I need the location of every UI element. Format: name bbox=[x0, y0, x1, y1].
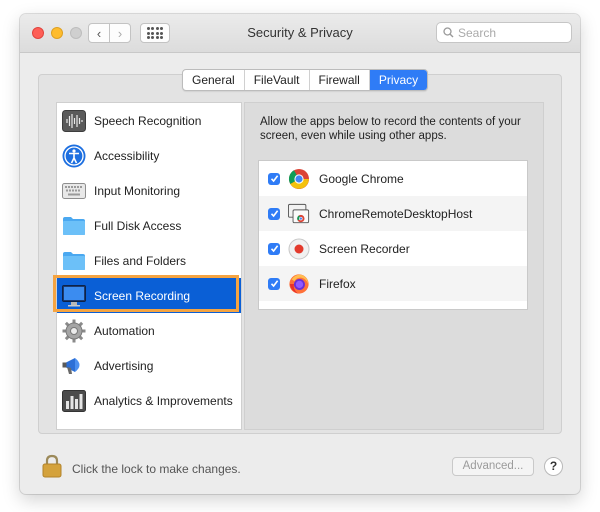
search-field[interactable]: Search bbox=[436, 22, 572, 43]
search-icon bbox=[443, 27, 454, 38]
help-button[interactable]: ? bbox=[544, 457, 563, 476]
app-name: ChromeRemoteDesktopHost bbox=[319, 206, 473, 221]
title-bar: ‹ › Security & Privacy Search bbox=[20, 14, 580, 53]
app-checkbox[interactable] bbox=[268, 207, 280, 220]
app-checkbox[interactable] bbox=[268, 172, 280, 185]
folder-icon bbox=[62, 214, 86, 238]
sidebar-item-label: Input Monitoring bbox=[94, 183, 181, 198]
sidebar-item-advertising[interactable]: Advertising bbox=[57, 348, 241, 383]
sidebar-item-label: Advertising bbox=[94, 358, 154, 373]
sidebar-item-files-and-folders[interactable]: Files and Folders bbox=[57, 243, 241, 278]
keyboard-icon bbox=[62, 179, 86, 203]
sidebar-item-screen-recording[interactable]: Screen Recording bbox=[57, 278, 241, 313]
pane-description: Allow the apps below to record the conte… bbox=[260, 116, 521, 142]
sidebar-item-label: Speech Recognition bbox=[94, 113, 202, 128]
remote-desktop-icon bbox=[288, 203, 310, 225]
sidebar-item-input-monitoring[interactable]: Input Monitoring bbox=[57, 173, 241, 208]
app-name: Screen Recorder bbox=[319, 241, 410, 256]
sidebar-item-label: Analytics & Improvements bbox=[94, 393, 233, 408]
checkmark-icon bbox=[270, 245, 278, 253]
sidebar-item-label: Files and Folders bbox=[94, 253, 187, 268]
tab-bar: General FileVault Firewall Privacy bbox=[182, 69, 429, 91]
lock-hint-text: Click the lock to make changes. bbox=[72, 462, 241, 476]
sidebar-item-automation[interactable]: Automation bbox=[57, 313, 241, 348]
app-name: Firefox bbox=[319, 276, 356, 291]
app-checkbox[interactable] bbox=[268, 277, 280, 290]
firefox-icon bbox=[288, 273, 310, 295]
sidebar-item-label: Screen Recording bbox=[94, 288, 191, 303]
checkmark-icon bbox=[270, 175, 278, 183]
app-name: Google Chrome bbox=[319, 171, 404, 186]
accessibility-icon bbox=[62, 144, 86, 168]
sidebar-item-label: Accessibility bbox=[94, 148, 160, 163]
app-list: Google Chrome ChromeRemoteDesktopHost Sc… bbox=[258, 160, 528, 310]
record-icon bbox=[288, 238, 310, 260]
sidebar-item-label: Full Disk Access bbox=[94, 218, 182, 233]
folder-icon bbox=[62, 249, 86, 273]
megaphone-icon bbox=[62, 354, 86, 378]
app-row-google-chrome: Google Chrome bbox=[259, 161, 527, 196]
gear-icon bbox=[62, 319, 86, 343]
lock-icon[interactable] bbox=[42, 454, 62, 478]
tab-general[interactable]: General bbox=[183, 70, 245, 90]
app-row-screen-recorder: Screen Recorder bbox=[259, 231, 527, 266]
sidebar-item-accessibility[interactable]: Accessibility bbox=[57, 138, 241, 173]
waveform-icon bbox=[62, 109, 86, 133]
tab-filevault[interactable]: FileVault bbox=[245, 70, 310, 90]
tab-firewall[interactable]: Firewall bbox=[310, 70, 370, 90]
chrome-icon bbox=[288, 168, 310, 190]
checkmark-icon bbox=[270, 210, 278, 218]
search-placeholder: Search bbox=[458, 25, 497, 40]
sidebar-item-speech-recognition[interactable]: Speech Recognition bbox=[57, 103, 241, 138]
bar-chart-icon bbox=[62, 389, 86, 413]
preferences-window: ‹ › Security & Privacy Search General Fi… bbox=[20, 14, 580, 494]
sidebar-item-analytics-improvements[interactable]: Analytics & Improvements bbox=[57, 383, 241, 418]
app-checkbox[interactable] bbox=[268, 242, 280, 255]
checkmark-icon bbox=[270, 280, 278, 288]
app-row-firefox: Firefox bbox=[259, 266, 527, 301]
advanced-button[interactable]: Advanced... bbox=[452, 457, 534, 476]
privacy-category-list: Speech Recognition Accessibility Input M… bbox=[56, 102, 242, 430]
sidebar-item-full-disk-access[interactable]: Full Disk Access bbox=[57, 208, 241, 243]
tab-privacy[interactable]: Privacy bbox=[369, 70, 428, 90]
sidebar-item-label: Automation bbox=[94, 323, 155, 338]
app-row-chrome-remote-desktop-host: ChromeRemoteDesktopHost bbox=[259, 196, 527, 231]
monitor-icon bbox=[62, 284, 86, 308]
